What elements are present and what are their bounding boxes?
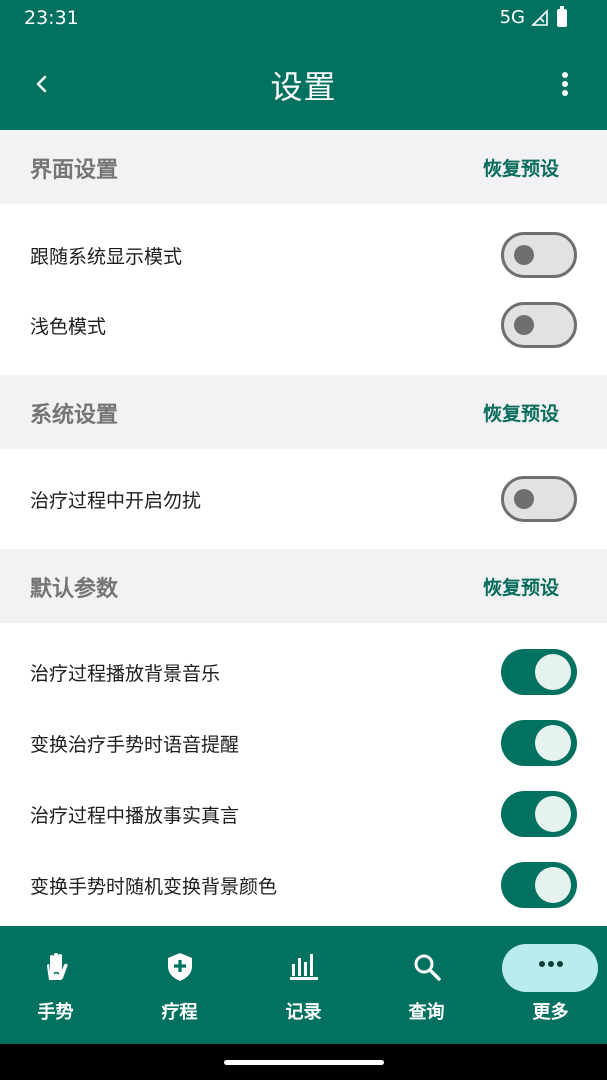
bottom-navigation: 手势 疗程 记录 查询 更多 (0, 926, 607, 1044)
nav-label: 查询 (408, 1002, 445, 1023)
toggle-random-background[interactable] (501, 862, 577, 908)
nav-label: 手势 (37, 1002, 74, 1023)
toggle-light-mode[interactable] (501, 302, 577, 348)
nav-item-records[interactable]: 记录 (243, 926, 364, 1044)
search-icon (414, 954, 441, 981)
setting-row-light-mode: 浅色模式 (0, 290, 607, 360)
toggle-background-music[interactable] (501, 649, 577, 695)
status-network: 5G (500, 7, 549, 28)
setting-row-voice-reminder: 变换治疗手势时语音提醒 (0, 708, 607, 778)
nav-label: 疗程 (161, 1002, 198, 1023)
toggle-thumb (514, 245, 534, 265)
section-header-system: 系统设置 恢复预设 (0, 375, 607, 449)
reset-defaults-button[interactable]: 恢复预设 (483, 573, 559, 600)
more-vertical-icon (562, 72, 568, 96)
toggle-thumb (514, 489, 534, 509)
toggle-thumb (514, 315, 534, 335)
setting-row-do-not-disturb: 治疗过程中开启勿扰 (0, 464, 607, 534)
toggle-thumb (535, 796, 571, 832)
app-bar: 设置 (0, 36, 607, 130)
nav-label: 更多 (532, 1002, 569, 1023)
shield-plus-icon (167, 953, 192, 981)
reset-interface-button[interactable]: 恢复预设 (483, 154, 559, 181)
section-header-defaults: 默认参数 恢复预设 (0, 549, 607, 623)
status-time: 23:31 (24, 7, 79, 29)
more-horizontal-icon (538, 961, 563, 967)
network-type: 5G (499, 7, 525, 28)
toggle-voice-reminder[interactable] (501, 720, 577, 766)
setting-row-background-music: 治疗过程播放背景音乐 (0, 637, 607, 707)
section-header-interface: 界面设置 恢复预设 (0, 130, 607, 204)
toggle-truth-mantra[interactable] (501, 791, 577, 837)
reset-system-button[interactable]: 恢复预设 (483, 399, 559, 426)
page-title: 设置 (270, 68, 337, 106)
setting-row-random-background: 变换手势时随机变换背景颜色 (0, 850, 607, 920)
battery-icon (557, 6, 567, 27)
hand-icon (46, 953, 67, 980)
setting-label: 治疗过程中开启勿扰 (30, 490, 202, 512)
home-gesture-handle[interactable] (224, 1060, 384, 1065)
signal-icon (531, 8, 548, 26)
nav-item-search[interactable]: 查询 (366, 926, 487, 1044)
nav-item-more[interactable]: 更多 (490, 926, 607, 1044)
system-gesture-area (0, 1044, 607, 1080)
setting-label: 治疗过程中播放事实真言 (30, 805, 240, 827)
setting-label: 变换治疗手势时语音提醒 (30, 734, 240, 756)
overflow-menu-button[interactable] (545, 64, 585, 104)
status-bar: 23:31 5G (0, 0, 607, 36)
nav-label: 记录 (285, 1002, 322, 1023)
setting-row-follow-system: 跟随系统显示模式 (0, 220, 607, 290)
toggle-follow-system[interactable] (501, 232, 577, 278)
toggle-thumb (535, 725, 571, 761)
setting-label: 变换手势时随机变换背景颜色 (30, 876, 278, 898)
nav-item-courses[interactable]: 疗程 (119, 926, 240, 1044)
setting-row-truth-mantra: 治疗过程中播放事实真言 (0, 779, 607, 849)
section-title: 系统设置 (30, 403, 119, 428)
nav-item-gestures[interactable]: 手势 (0, 926, 116, 1044)
setting-label: 治疗过程播放背景音乐 (30, 663, 221, 685)
bar-chart-icon (289, 954, 318, 980)
toggle-thumb (535, 867, 571, 903)
section-title: 界面设置 (30, 158, 119, 183)
setting-label: 浅色模式 (30, 316, 107, 338)
toggle-thumb (535, 654, 571, 690)
setting-label: 跟随系统显示模式 (30, 246, 183, 268)
toggle-do-not-disturb[interactable] (501, 476, 577, 522)
section-title: 默认参数 (30, 577, 119, 602)
